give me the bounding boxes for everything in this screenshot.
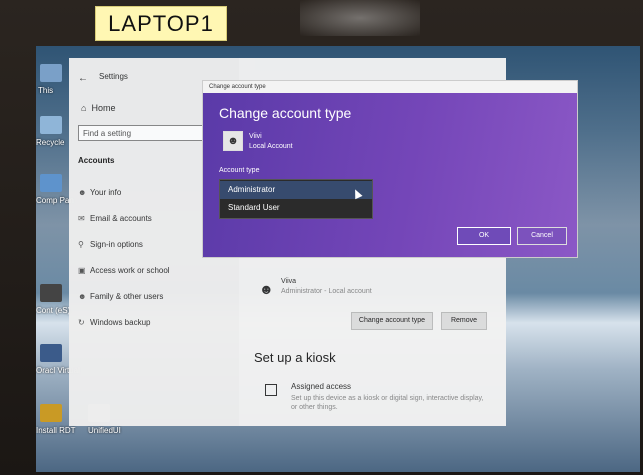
settings-title: Settings [99,72,128,81]
laptop-label: LAPTOP1 [95,6,227,41]
briefcase-icon: ▣ [78,266,86,275]
cancel-button[interactable]: Cancel [517,227,567,245]
option-administrator[interactable]: Administrator [220,181,372,199]
webcam-glare [300,0,420,36]
person-add-icon: ☻ [78,292,87,301]
account-type-label: Account type [219,167,260,174]
nav-your-info[interactable]: ☻ Your info [78,188,121,197]
user-avatar-icon: ☻ [223,131,243,151]
dialog-heading: Change account type [219,105,352,121]
nav-family-other-users[interactable]: ☻ Family & other users [78,292,163,301]
person-card-icon: ☻ [78,188,87,197]
accounts-heading: Accounts [78,156,115,165]
ok-button[interactable]: OK [457,227,511,245]
nav-label: Email & accounts [90,214,152,223]
kiosk-heading: Set up a kiosk [254,350,336,365]
mail-icon: ✉ [78,214,85,223]
dialog-titlebar: Change account type [203,81,577,93]
find-placeholder: Find a setting [83,129,132,138]
assigned-access-description: Set up this device as a kiosk or digital… [291,395,484,411]
nav-windows-backup[interactable]: ↻ Windows backup [78,318,150,327]
virtualbox-icon[interactable] [40,344,62,362]
nav-label: Your info [90,188,122,197]
nav-label: Access work or school [90,266,170,275]
assigned-access-link[interactable]: Assigned access [291,382,351,391]
nav-access-work-school[interactable]: ▣ Access work or school [78,266,170,275]
desktop-icon-label: UnifiedUI [88,426,121,435]
nav-label: Windows backup [90,318,151,327]
install-rdt-icon[interactable] [40,404,62,422]
nav-home[interactable]: ⌂ Home [81,103,115,113]
option-standard-user[interactable]: Standard User [220,199,372,217]
change-account-type-dialog: Change account type Change account type … [202,80,578,258]
desktop-icon-label: Recycle [36,138,65,147]
desktop-icon-label: Cont (eS) [36,306,71,315]
key-icon: ⚲ [78,240,84,249]
desktop-icon-label: Install RDT [36,426,76,435]
dialog-user-type: Local Account [249,143,293,150]
person-icon: ☻ [259,281,274,297]
nav-email-accounts[interactable]: ✉ Email & accounts [78,214,152,223]
nav-label: Sign-in options [90,240,143,249]
laptop-screen: This Recycle Comp Pan Cont (eS) Oracl Vi… [36,46,640,472]
this-pc-icon[interactable] [40,64,62,82]
user-name: Viiva [281,278,297,285]
back-arrow-icon[interactable]: ← [78,73,88,84]
account-type-dropdown[interactable]: Administrator Standard User [219,179,373,219]
sync-icon: ↻ [78,318,85,327]
desktop-icon-label: This [38,86,54,95]
other-user-row[interactable]: ☻ Viiva Administrator - Local account [259,276,499,308]
change-account-type-button[interactable]: Change account type [351,312,433,330]
remote-app-icon[interactable] [40,284,62,302]
nav-label: Family & other users [90,292,164,301]
recycle-bin-icon[interactable] [40,116,62,134]
kiosk-icon [265,384,277,396]
home-icon: ⌂ [81,103,87,113]
nav-sign-in-options[interactable]: ⚲ Sign-in options [78,240,143,249]
nav-home-label: Home [91,103,116,113]
remove-button[interactable]: Remove [441,312,487,330]
dialog-user-name: Viivi [249,133,262,140]
control-panel-icon[interactable] [40,174,62,192]
user-account-type: Administrator - Local account [281,288,372,295]
